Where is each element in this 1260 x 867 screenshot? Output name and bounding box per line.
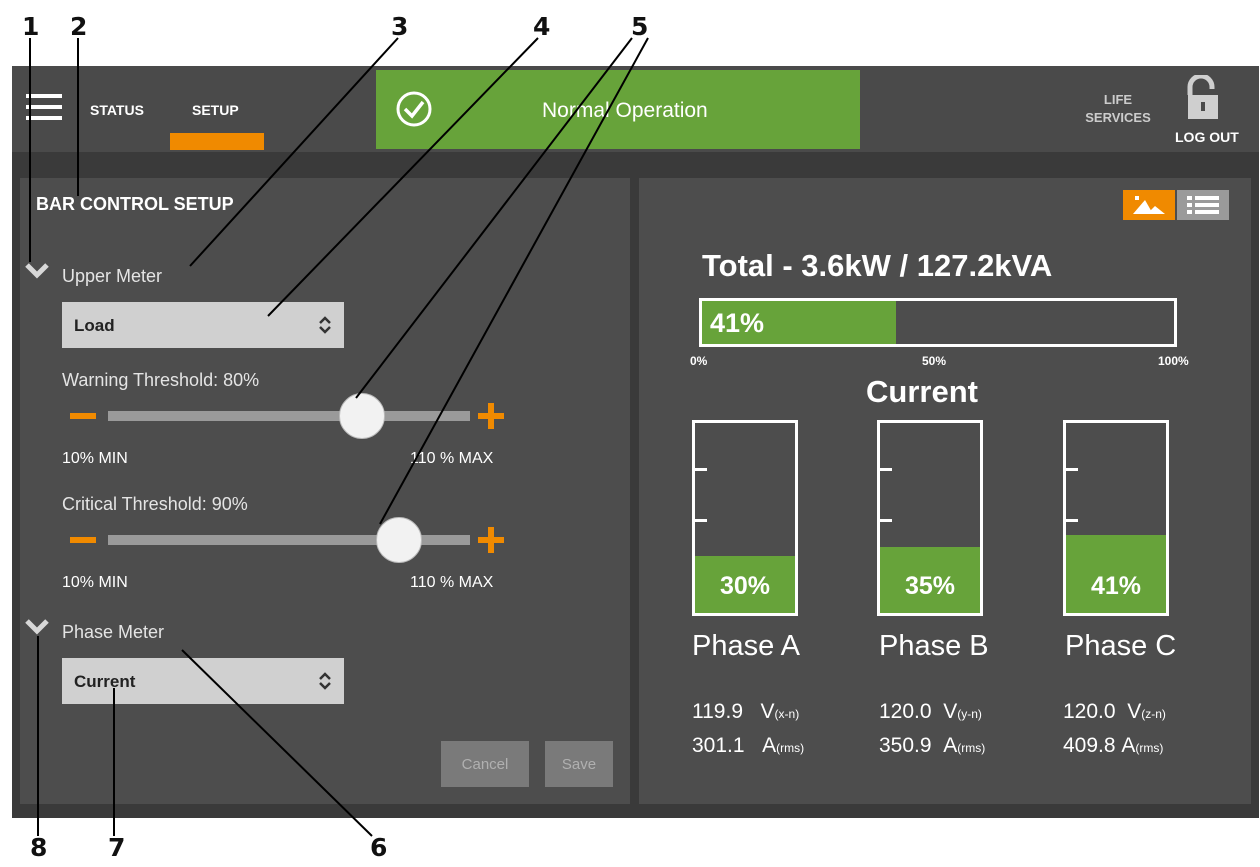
- life-services-link[interactable]: LIFE SERVICES: [1078, 91, 1158, 127]
- warning-decrease-button[interactable]: [70, 413, 96, 419]
- phase-b-current-unit: A: [943, 734, 958, 757]
- critical-decrease-button[interactable]: [70, 537, 96, 543]
- phase-b-current-value: 350.9: [879, 734, 932, 757]
- critical-slider-handle[interactable]: [375, 517, 422, 563]
- menu-icon[interactable]: [26, 94, 62, 122]
- phase-a-voltage-value: 119.9: [692, 700, 743, 723]
- status-banner: Normal Operation: [376, 70, 860, 149]
- phase-b-current-sub: (rms): [957, 741, 986, 755]
- callout-4: 4: [533, 12, 551, 41]
- critical-increase-button[interactable]: [478, 527, 504, 553]
- warning-threshold-slider[interactable]: [108, 411, 470, 421]
- phase-c-current-unit: A: [1121, 734, 1136, 757]
- phase-a-name: Phase A: [692, 630, 801, 662]
- phase-c-current: 409.8 A(rms): [1063, 734, 1163, 758]
- life-label: LIFE: [1103, 92, 1133, 107]
- list-view-button[interactable]: [1177, 190, 1229, 220]
- warning-increase-button[interactable]: [478, 403, 504, 429]
- upper-meter-select[interactable]: Load: [62, 302, 344, 348]
- scale-50: 50%: [922, 354, 947, 368]
- upper-meter-select-value: Load: [74, 316, 115, 335]
- total-percent-label: 41%: [710, 308, 765, 338]
- critical-threshold-label: Critical Threshold: 90%: [62, 494, 248, 514]
- callout-7: 7: [108, 833, 126, 862]
- callout-3: 3: [391, 12, 409, 41]
- checkmark-icon: [396, 91, 432, 127]
- phase-meter-label: Phase Meter: [62, 622, 165, 642]
- phase-meter-select[interactable]: Current: [62, 658, 344, 704]
- lock-icon[interactable]: [1184, 75, 1222, 121]
- callout-6: 6: [370, 833, 388, 862]
- chevron-down-icon: [25, 619, 49, 635]
- phase-c-voltage-sub: (z-n): [1141, 707, 1166, 721]
- upper-meter-label: Upper Meter: [62, 266, 163, 286]
- phase-a-voltage-unit: V: [760, 700, 775, 723]
- chart-icon: [1133, 196, 1165, 214]
- phase-b-name: Phase B: [879, 630, 989, 662]
- services-label: SERVICES: [1085, 110, 1151, 125]
- phase-a-current-unit: A: [762, 734, 777, 757]
- logout-button[interactable]: LOG OUT: [1175, 129, 1239, 145]
- phase-c-percent: 41%: [1090, 572, 1142, 600]
- callout-5: 5: [631, 12, 649, 41]
- current-title: Current: [866, 374, 978, 409]
- phase-c-voltage-value: 120.0: [1063, 700, 1116, 723]
- cancel-button[interactable]: Cancel: [441, 741, 529, 787]
- phase-c-name: Phase C: [1065, 630, 1177, 662]
- phase-c-voltage-unit: V: [1127, 700, 1142, 723]
- phase-meter-select-value: Current: [74, 672, 136, 691]
- warning-max-label: 110 % MAX: [410, 450, 494, 467]
- setup-tab-indicator: [170, 133, 264, 150]
- phase-b-voltage-unit: V: [943, 700, 958, 723]
- critical-min-label: 10% MIN: [62, 574, 128, 591]
- updown-arrows-icon: [319, 672, 331, 690]
- tab-setup[interactable]: SETUP: [192, 102, 239, 118]
- phase-a-voltage: 119.9 V(x-n): [692, 700, 799, 724]
- phase-c-current-sub: (rms): [1135, 741, 1164, 755]
- phase-c-voltage: 120.0 V(z-n): [1063, 700, 1166, 724]
- phase-c-meter: 41%: [1063, 420, 1169, 616]
- list-icon: [1187, 196, 1219, 214]
- phase-b-current: 350.9 A(rms): [879, 734, 985, 758]
- scale-100: 100%: [1158, 354, 1189, 368]
- phase-a-current: 301.1 A(rms): [692, 734, 804, 758]
- callout-2: 2: [70, 12, 88, 41]
- phase-a-voltage-sub: (x-n): [774, 707, 800, 721]
- phase-a-current-sub: (rms): [776, 741, 805, 755]
- callout-8: 8: [30, 833, 48, 862]
- graph-view-button[interactable]: [1123, 190, 1175, 220]
- view-toggle[interactable]: [1123, 190, 1229, 220]
- scale-0: 0%: [690, 354, 708, 368]
- banner-text: Normal Operation: [542, 99, 708, 122]
- total-title: Total - 3.6kW / 127.2kVA: [702, 248, 1053, 283]
- callout-1: 1: [22, 12, 40, 41]
- page-title: BAR CONTROL SETUP: [36, 194, 234, 214]
- phase-b-percent: 35%: [904, 572, 956, 600]
- tab-status[interactable]: STATUS: [90, 102, 144, 118]
- phase-b-voltage-value: 120.0: [879, 700, 932, 723]
- total-load-bar: 41%: [699, 298, 1177, 347]
- warning-min-label: 10% MIN: [62, 450, 128, 467]
- warning-threshold-label: Warning Threshold: 80%: [62, 370, 260, 390]
- chevron-down-icon: [25, 263, 49, 279]
- phase-b-voltage-sub: (y-n): [957, 707, 982, 721]
- phase-a-percent: 30%: [719, 572, 771, 600]
- phase-a-meter: 30%: [692, 420, 798, 616]
- phase-a-current-value: 301.1: [692, 734, 745, 757]
- phase-b-meter: 35%: [877, 420, 983, 616]
- phase-b-voltage: 120.0 V(y-n): [879, 700, 982, 724]
- critical-max-label: 110 % MAX: [410, 574, 494, 591]
- phase-c-current-value: 409.8: [1063, 734, 1116, 757]
- updown-arrows-icon: [319, 316, 331, 334]
- save-button[interactable]: Save: [545, 741, 613, 787]
